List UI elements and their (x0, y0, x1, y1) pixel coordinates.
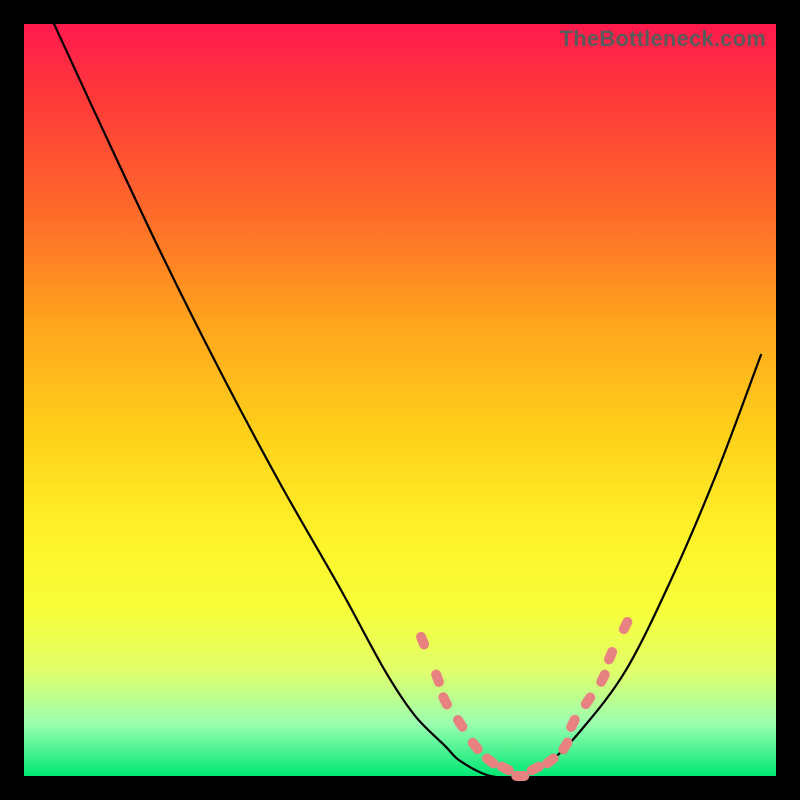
curve-marker (602, 645, 618, 665)
curve-marker (564, 713, 581, 734)
bottleneck-curve (54, 24, 761, 778)
curve-marker (430, 668, 446, 688)
curve-marker (451, 713, 469, 734)
curve-marker (415, 630, 431, 650)
marker-group (415, 615, 635, 781)
curve-marker (437, 691, 454, 712)
curve-marker (617, 615, 634, 636)
watermark-text: TheBottleneck.com (560, 26, 766, 52)
curve-marker (466, 736, 485, 756)
chart-svg (24, 24, 776, 776)
chart-frame: TheBottleneck.com (24, 24, 776, 776)
curve-marker (511, 771, 529, 781)
curve-marker (579, 691, 597, 712)
curve-marker (595, 668, 612, 689)
